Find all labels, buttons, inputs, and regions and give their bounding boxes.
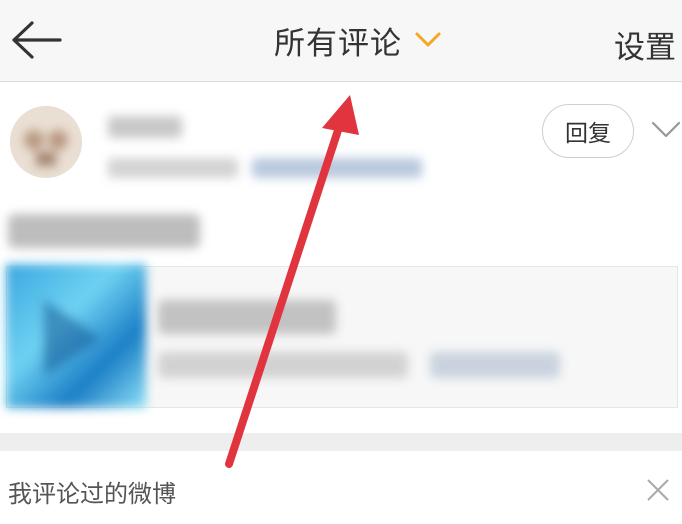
timestamp-blurred [108,158,238,178]
post-thumbnail [6,264,146,408]
top-navbar: 所有评论 设置 [0,0,682,82]
avatar[interactable] [10,106,82,178]
section-divider [0,433,682,451]
username-blurred[interactable] [108,116,182,138]
post-link-blurred [430,352,560,378]
source-blurred [252,158,422,178]
comment-filter-dropdown[interactable]: 所有评论 [274,18,442,62]
back-arrow-icon[interactable] [10,20,62,60]
settings-button[interactable]: 设置 [614,22,676,67]
chevron-down-icon[interactable] [650,120,682,140]
chevron-down-icon [415,32,441,47]
close-icon[interactable] [646,478,670,502]
commented-weibo-label: 我评论过的微博 [8,480,176,508]
page-title: 所有评论 [274,25,402,62]
play-icon [44,300,100,376]
reply-button[interactable]: 回复 [542,104,634,158]
post-summary-blurred [158,352,408,378]
post-title-blurred [158,300,336,334]
comment-text-blurred [8,214,200,248]
